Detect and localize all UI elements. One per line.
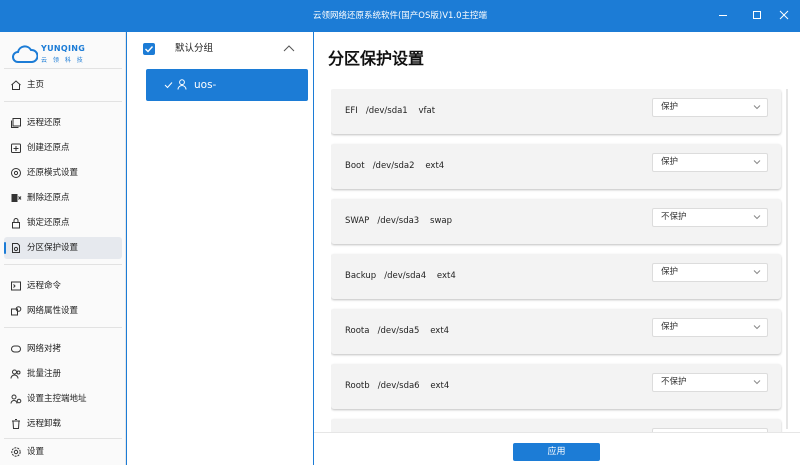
set-address-icon <box>10 394 22 404</box>
chevron-down-icon <box>753 105 761 110</box>
protect-mode-select[interactable]: 不保护 <box>652 373 768 392</box>
maximize-icon <box>753 11 761 19</box>
delete-point-icon <box>11 194 22 202</box>
check-icon <box>145 46 154 53</box>
sidebar-item-network-copy[interactable]: 网络对拷 <box>4 338 122 360</box>
chevron-down-icon <box>753 270 761 275</box>
sidebar-item-network-settings[interactable]: 网络属性设置 <box>4 300 122 322</box>
sidebar-item-create-point[interactable]: 创建还原点 <box>4 137 122 159</box>
check-icon <box>164 82 173 89</box>
group-header[interactable]: 默认分组 <box>127 32 313 66</box>
partition-card: SWAP /dev/sda3 swap 不保护 <box>331 199 781 244</box>
sidebar-item-set-address[interactable]: 设置主控端地址 <box>4 388 122 410</box>
network-settings-icon <box>11 306 22 316</box>
protect-mode-select[interactable]: 保护 <box>652 318 768 337</box>
mode-settings-icon <box>11 168 21 178</box>
page-title: 分区保护设置 <box>328 49 425 68</box>
host-item[interactable]: uos-PC(192.168.5.125) <box>146 69 308 123</box>
partition-protect-icon <box>12 243 20 253</box>
restore-icon <box>11 118 21 128</box>
footer: 应用 <box>314 432 800 465</box>
partition-card: Roota /dev/sda5 ext4 保护 <box>331 309 781 354</box>
user-icon <box>177 79 187 90</box>
protect-mode-select[interactable]: 保护 <box>652 98 768 117</box>
sidebar-item-settings[interactable]: 设置 <box>4 441 122 463</box>
chevron-down-icon <box>753 325 761 330</box>
host-label: uos-PC(192.168.5.125) <box>194 79 293 123</box>
sidebar-item-uninstall[interactable]: 远程卸载 <box>4 413 122 435</box>
apply-button[interactable]: 应用 <box>513 443 600 461</box>
partition-list: EFI /dev/sda1 vfat 保护 Boot /dev/sda2 ext… <box>331 89 783 434</box>
sidebar-item-mode-settings[interactable]: 还原模式设置 <box>4 162 122 184</box>
protect-mode-select[interactable]: 保护 <box>652 153 768 172</box>
create-point-icon <box>11 143 21 153</box>
uninstall-icon <box>12 419 20 429</box>
partition-card: Rootb /dev/sda6 ext4 不保护 <box>331 364 781 409</box>
chevron-down-icon <box>753 380 761 385</box>
group-checkbox[interactable] <box>143 43 155 55</box>
sidebar-item-remote-restore[interactable]: 远程还原 <box>4 112 122 134</box>
protect-mode-select[interactable]: 不保护 <box>652 208 768 227</box>
sidebar-item-partition-protect[interactable]: 分区保护设置 <box>4 237 122 259</box>
chevron-down-icon <box>753 160 761 165</box>
lock-icon <box>12 218 20 229</box>
title-bar: 云领网络还原系统软件(国产OS版)V1.0主控端 <box>0 0 800 32</box>
group-title: 默认分组 <box>175 43 214 54</box>
home-icon <box>11 80 21 90</box>
scrollbar[interactable] <box>786 89 788 429</box>
sidebar-item-lock-point[interactable]: 锁定还原点 <box>4 212 122 234</box>
sidebar-item-batch-register[interactable]: 批量注册 <box>4 363 122 385</box>
sidebar-item-home[interactable]: 主页 <box>4 74 122 96</box>
minimize-icon <box>719 15 727 16</box>
sidebar: YUNQING 云 领 科 技 主页 远程还原 创建还原点 还原模式设置 删除还… <box>0 32 126 465</box>
group-panel: 默认分组 uos-PC(192.168.5.125) <box>126 32 314 465</box>
terminal-icon <box>11 281 21 291</box>
protect-mode-select[interactable]: 保护 <box>652 263 768 282</box>
cloud-logo-icon <box>12 45 38 63</box>
chevron-up-icon[interactable] <box>283 44 295 54</box>
chevron-down-icon <box>753 215 761 220</box>
sidebar-item-delete-point[interactable]: 删除还原点 <box>4 187 122 209</box>
maximize-button[interactable] <box>750 8 764 22</box>
partition-card: Backup /dev/sda4 ext4 保护 <box>331 254 781 299</box>
sidebar-item-remote-command[interactable]: 远程命令 <box>4 275 122 297</box>
network-copy-icon <box>11 345 21 353</box>
window-title: 云领网络还原系统软件(国产OS版)V1.0主控端 <box>312 11 488 21</box>
logo-subtitle: 云 领 科 技 <box>41 57 85 64</box>
partition-card: EFI /dev/sda1 vfat 保护 <box>331 89 781 134</box>
logo: YUNQING 云 领 科 技 <box>12 40 112 68</box>
close-button[interactable] <box>777 8 791 22</box>
close-icon <box>779 10 789 20</box>
partition-card: Boot /dev/sda2 ext4 保护 <box>331 144 781 189</box>
minimize-button[interactable] <box>716 8 730 22</box>
logo-brand: YUNQING <box>41 44 86 53</box>
gear-icon <box>11 447 21 457</box>
batch-register-icon <box>10 369 21 379</box>
main-panel: 分区保护设置 EFI /dev/sda1 vfat 保护 Boot /dev/s… <box>314 32 800 465</box>
